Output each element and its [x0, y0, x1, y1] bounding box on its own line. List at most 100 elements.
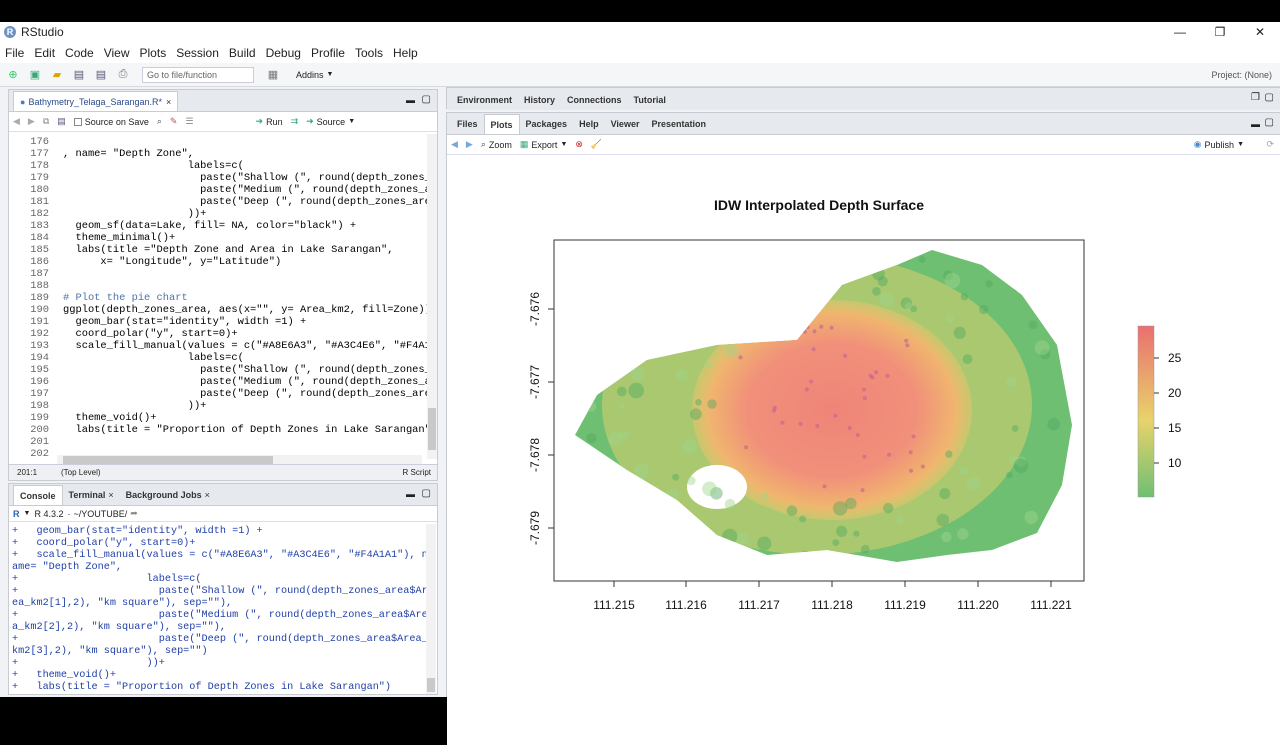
interpolation-spot: [799, 515, 807, 523]
tab-history[interactable]: History: [518, 90, 561, 110]
minimize-pane-icon[interactable]: ▬: [406, 489, 415, 499]
console-line: + paste("Shallow (", round(depth_zones_a…: [12, 586, 428, 597]
line-number: 177: [30, 148, 49, 160]
search-icon[interactable]: ⌕: [157, 116, 162, 127]
interpolation-spot: [904, 338, 909, 343]
editor-tab[interactable]: ● Bathymetry_Telaga_Sarangan.R* ×: [13, 91, 179, 111]
close-tab-icon[interactable]: ×: [108, 490, 113, 500]
tab-terminal[interactable]: Terminal ×: [63, 485, 120, 505]
maximize-pane-icon[interactable]: ▢: [1265, 117, 1274, 128]
interpolation-spot: [939, 488, 951, 500]
menu-code[interactable]: Code: [65, 46, 94, 60]
wand-icon[interactable]: ✎: [170, 116, 178, 127]
menu-profile[interactable]: Profile: [311, 46, 345, 60]
tab-plots[interactable]: Plots: [483, 114, 520, 134]
restore-pane-icon[interactable]: ❐: [1251, 92, 1260, 103]
menu-view[interactable]: View: [104, 46, 130, 60]
addins-button[interactable]: Addins: [296, 70, 324, 80]
menu-build[interactable]: Build: [229, 46, 256, 60]
open-file-icon[interactable]: ▰: [48, 67, 66, 83]
interpolation-spot: [985, 280, 993, 288]
code-editor[interactable]: 176 177 178 179 180 181 182 183 184 185 186 187 188 1…: [9, 134, 435, 457]
outline-icon[interactable]: ☰: [185, 116, 193, 127]
menu-edit[interactable]: Edit: [34, 46, 55, 60]
export-button[interactable]: ▦ Export ▼: [520, 139, 567, 150]
previous-plot-icon[interactable]: ◀: [451, 139, 458, 150]
maximize-pane-icon[interactable]: ▢: [422, 488, 431, 499]
vscroll-thumb[interactable]: [428, 408, 436, 450]
new-file-icon[interactable]: ⊕: [4, 67, 22, 83]
broom-icon[interactable]: 🧹: [591, 139, 602, 150]
checkbox-box[interactable]: [73, 117, 82, 126]
tab-tutorial[interactable]: Tutorial: [628, 90, 672, 110]
menu-file[interactable]: File: [5, 46, 24, 60]
grid-layout-icon[interactable]: ▦: [264, 67, 282, 83]
interpolation-spot: [879, 292, 895, 308]
interpolation-spot: [686, 476, 696, 486]
tab-help[interactable]: Help: [573, 114, 605, 134]
print-icon[interactable]: ⎙: [114, 67, 132, 83]
project-menu[interactable]: Project: (None): [1211, 70, 1272, 80]
menu-tools[interactable]: Tools: [355, 46, 383, 60]
close-icon[interactable]: ✕: [1240, 22, 1280, 42]
close-tab-icon[interactable]: ×: [205, 490, 210, 500]
tab-background-jobs[interactable]: Background Jobs ×: [120, 485, 216, 505]
zoom-button[interactable]: ⌕ Zoom: [481, 139, 512, 150]
source-on-save-checkbox[interactable]: Source on Save: [73, 117, 149, 127]
tab-connections[interactable]: Connections: [561, 90, 628, 110]
restore-icon[interactable]: ❐: [1200, 22, 1240, 42]
tab-environment[interactable]: Environment: [451, 90, 518, 110]
next-plot-icon[interactable]: ▶: [466, 139, 473, 150]
file-type[interactable]: R Script: [403, 468, 431, 477]
console-scroll-thumb[interactable]: [427, 678, 435, 692]
maximize-pane-icon[interactable]: ▢: [422, 94, 431, 105]
menu-help[interactable]: Help: [393, 46, 418, 60]
rerun-icon[interactable]: ⇉: [291, 116, 299, 127]
tab-packages[interactable]: Packages: [520, 114, 574, 134]
menu-plots[interactable]: Plots: [140, 46, 167, 60]
close-tab-icon[interactable]: ×: [166, 97, 171, 107]
menu-session[interactable]: Session: [176, 46, 219, 60]
editor-vscrollbar[interactable]: [427, 134, 437, 459]
console-scrollbar[interactable]: [426, 524, 436, 694]
goto-file-input[interactable]: Go to file/function: [142, 66, 254, 83]
console-output[interactable]: + geom_bar(stat="identity", width =1) + +…: [9, 524, 437, 694]
interpolation-spot: [860, 488, 865, 493]
minimize-icon[interactable]: —: [1160, 22, 1200, 42]
menu-debug[interactable]: Debug: [266, 46, 301, 60]
chevron-down-icon[interactable]: ▼: [24, 510, 31, 517]
tab-console[interactable]: Console: [13, 485, 63, 505]
forward-icon[interactable]: ▶: [28, 116, 35, 127]
go-to-dir-icon[interactable]: ➦: [130, 508, 138, 519]
chevron-down-icon[interactable]: ▼: [327, 71, 334, 78]
tab-files[interactable]: Files: [451, 114, 484, 134]
show-in-window-icon[interactable]: ⧉: [43, 116, 49, 127]
back-icon[interactable]: ◀: [13, 116, 20, 127]
minimize-pane-icon[interactable]: ▬: [1251, 119, 1260, 129]
save-all-icon[interactable]: ▤: [92, 67, 110, 83]
interpolation-spot: [918, 255, 926, 264]
refresh-icon[interactable]: ⟳: [1266, 139, 1274, 150]
run-button[interactable]: ➜ Run: [256, 116, 283, 127]
remove-plot-icon[interactable]: ⊗: [575, 139, 583, 150]
hscroll-thumb[interactable]: [63, 456, 273, 464]
interpolation-spot: [855, 433, 860, 437]
save-icon[interactable]: ▤: [70, 67, 88, 83]
code-line: theme_void()+: [63, 412, 157, 424]
tab-console-label: Console: [20, 490, 56, 501]
line-number: 196: [30, 376, 49, 388]
interpolation-spot: [616, 386, 627, 397]
tab-presentation[interactable]: Presentation: [645, 114, 712, 134]
minimize-pane-icon[interactable]: ▬: [406, 95, 415, 105]
scope-indicator[interactable]: (Top Level): [61, 468, 101, 477]
tab-tutorial-label: Tutorial: [633, 95, 666, 105]
maximize-pane-icon[interactable]: ▢: [1265, 92, 1274, 103]
line-number: 193: [30, 340, 49, 352]
source-button[interactable]: ➜ Source ▼: [306, 116, 355, 127]
interpolation-spot: [936, 513, 950, 527]
save-file-icon[interactable]: ▤: [57, 116, 66, 127]
tab-viewer[interactable]: Viewer: [605, 114, 646, 134]
publish-button[interactable]: ◉ Publish ▼: [1194, 139, 1244, 150]
new-project-icon[interactable]: ▣: [26, 67, 44, 83]
x-tick-label: 111.220: [957, 598, 999, 612]
